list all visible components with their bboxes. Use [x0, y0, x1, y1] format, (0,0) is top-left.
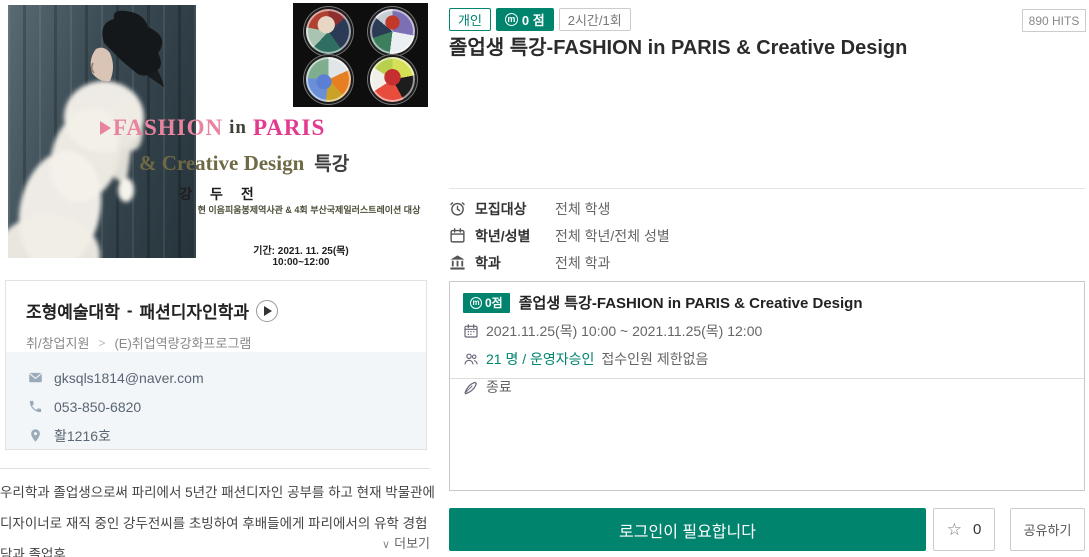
session-applicants-note: 접수인원 제한없음 — [601, 349, 708, 369]
page-title: 졸업생 특강-FASHION in PARIS & Creative Desig… — [449, 31, 1079, 60]
info-row-department: 학과 전체 학과 — [449, 249, 670, 276]
event-poster: FASHION in PARIS & Creative Design 특강 강 두… — [0, 0, 430, 263]
title-divider — [449, 188, 1085, 189]
organization-header: 조형예술대학 - 패션디자인학과 취/창업지원 > (E)취업역량강화프로그램 — [6, 281, 426, 352]
contact-section: gksqls1814@naver.com 053-850-6820 활1216호 — [6, 352, 426, 449]
info-value: 전체 학과 — [555, 253, 610, 273]
mail-icon — [28, 370, 43, 385]
show-more-link[interactable]: ∨ 더보기 — [382, 533, 430, 552]
poster-word-paris: PARIS — [253, 115, 325, 141]
info-row-grade-gender: 학년/성별 전체 학년/전체 성별 — [449, 222, 670, 249]
session-divider — [450, 378, 1084, 379]
show-more-label: 더보기 — [394, 536, 430, 551]
poster-lecture-suffix: 특강 — [314, 154, 349, 175]
museum-icon — [449, 254, 466, 271]
favorite-count: 0 — [973, 521, 981, 538]
poster-speaker-name: 강 두 전 — [150, 184, 290, 204]
calendar-icon — [463, 323, 479, 339]
session-date-row: 2021.11.25(목) 10:00 ~ 2021.11.25(목) 12:0… — [463, 321, 1071, 341]
breadcrumb-program[interactable]: (E)취업역량강화프로그램 — [114, 333, 251, 352]
login-required-button[interactable]: 로그인이 필요합니다 — [449, 508, 926, 551]
phone-icon — [28, 399, 43, 414]
session-badge-label: 0점 — [485, 294, 503, 311]
play-icon — [264, 306, 272, 316]
event-description: 우리학과 졸업생으로써 파리에서 5년간 패션디자인 공부를 하고 현재 박물관… — [0, 477, 436, 557]
location-pin-icon — [28, 428, 43, 443]
plate-artwork-1 — [306, 9, 351, 54]
chevron-right-icon: > — [98, 336, 105, 350]
info-label: 학과 — [475, 253, 555, 273]
poster-speaker-credentials: 현 이음피움봉제역사관 & 4회 부산국제일러스트레이션 대상 — [196, 203, 422, 216]
poster-title-line1: FASHION in PARIS — [100, 115, 325, 141]
mileage-icon: m — [505, 13, 518, 26]
star-icon: ☆ — [947, 520, 962, 540]
event-info-list: 모집대상 전체 학생 학년/성별 전체 학년/전체 성별 학과 전체 학과 — [449, 195, 670, 276]
plate-artwork-2 — [370, 9, 415, 54]
calendar-icon — [449, 227, 466, 244]
organization-card: 조형예술대학 - 패션디자인학과 취/창업지원 > (E)취업역량강화프로그램 … — [5, 280, 427, 450]
poster-title-line2: & Creative Design 특강 — [139, 149, 349, 176]
header-badges: 개인 m 0 점 2시간/1회 — [449, 8, 631, 31]
breadcrumb-category[interactable]: 취/창업지원 — [26, 333, 89, 352]
breadcrumb: 취/창업지원 > (E)취업역량강화프로그램 — [26, 333, 406, 352]
badge-score-label: 0 점 — [522, 10, 545, 29]
share-button[interactable]: 공유하기 — [1010, 508, 1085, 551]
badge-mileage-score: m 0 점 — [496, 8, 554, 31]
session-status: 종료 — [486, 377, 512, 397]
event-detail-page: FASHION in PARIS & Creative Design 특강 강 두… — [0, 0, 1089, 557]
poster-word-fashion: FASHION — [113, 115, 223, 141]
session-applicants-row: 21 명 / 운영자승인 접수인원 제한없음 — [463, 349, 1071, 369]
session-status-row: 종료 — [463, 377, 1071, 397]
chevron-down-icon: ∨ — [382, 539, 390, 551]
info-row-target: 모집대상 전체 학생 — [449, 195, 670, 222]
location-value: 활1216호 — [54, 426, 111, 446]
info-label: 모집대상 — [475, 199, 555, 219]
pen-icon — [463, 379, 479, 395]
plate-artwork-3 — [306, 57, 351, 102]
illustration-plates-image — [293, 3, 428, 107]
session-card: m 0점 졸업생 특강-FASHION in PARIS & Creative … — [449, 281, 1085, 491]
info-value: 전체 학생 — [555, 199, 610, 219]
contact-phone-row: 053-850-6820 — [28, 392, 426, 421]
hits-counter: 890 HITS — [1022, 9, 1086, 32]
session-applicants: 21 명 / 운영자승인 — [486, 349, 594, 369]
poster-period: 기간: 2021. 11. 25(목) 10:00~12:00 — [226, 242, 376, 268]
session-title-row: m 0점 졸업생 특강-FASHION in PARIS & Creative … — [463, 292, 1071, 313]
email-value: gksqls1814@naver.com — [54, 370, 204, 386]
alarm-clock-icon — [449, 200, 466, 217]
plate-artwork-4 — [370, 57, 415, 102]
poster-creative-design: & Creative Design — [139, 151, 304, 175]
badge-duration: 2시간/1회 — [559, 8, 631, 31]
department-name: 패션디자인학과 — [140, 298, 249, 323]
pink-triangle-icon — [100, 121, 111, 135]
college-name: 조형예술대학 — [26, 298, 120, 323]
poster-word-in: in — [223, 117, 253, 139]
organization-title-row: 조형예술대학 - 패션디자인학과 — [26, 298, 406, 323]
mileage-icon: m — [470, 297, 482, 309]
college-dept-separator: - — [127, 301, 133, 321]
favorite-button[interactable]: ☆ 0 — [933, 508, 995, 551]
session-score-badge: m 0점 — [463, 293, 510, 313]
people-icon — [463, 351, 479, 367]
badge-personal: 개인 — [449, 8, 491, 31]
contact-location-row: 활1216호 — [28, 421, 426, 450]
phone-value: 053-850-6820 — [54, 399, 141, 415]
session-date: 2021.11.25(목) 10:00 ~ 2021.11.25(목) 12:0… — [486, 321, 762, 341]
play-button[interactable] — [256, 300, 278, 322]
info-value: 전체 학년/전체 성별 — [555, 226, 670, 246]
left-section-divider — [0, 468, 430, 469]
session-title: 졸업생 특강-FASHION in PARIS & Creative Desig… — [519, 292, 863, 313]
info-label: 학년/성별 — [475, 226, 555, 246]
contact-email-row: gksqls1814@naver.com — [28, 363, 426, 392]
